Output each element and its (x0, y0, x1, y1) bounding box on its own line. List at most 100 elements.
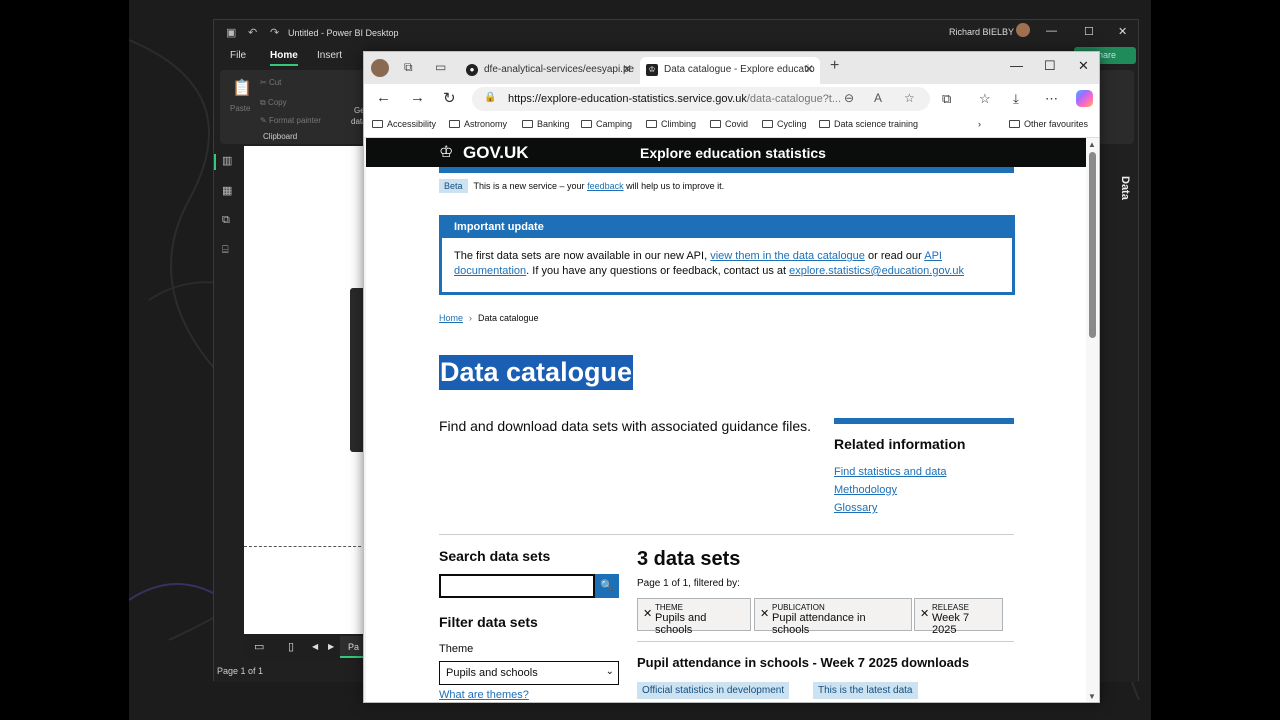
format-painter-label: Format painter (268, 116, 321, 125)
save-icon[interactable]: ▣ (226, 26, 236, 39)
fav-other[interactable]: Other favourites (1009, 119, 1088, 129)
filter-chip-publication[interactable]: ✕ PUBLICATION Pupil attendance in school… (754, 598, 912, 636)
filter-chip-theme[interactable]: ✕ THEME Pupils and schools (637, 598, 751, 636)
fav-cycling[interactable]: Cycling (762, 119, 807, 129)
fav-accessibility[interactable]: Accessibility (372, 119, 436, 129)
prev-page-icon[interactable]: ◀ (312, 642, 318, 651)
lock-icon[interactable]: 🔒 (484, 92, 496, 103)
what-are-themes-link[interactable]: What are themes? (439, 689, 529, 701)
menu-home[interactable]: Home (270, 50, 298, 66)
related-link-glossary[interactable]: Glossary (834, 502, 1014, 514)
data-pane-title[interactable]: Data (1119, 176, 1131, 200)
scrollbar-thumb[interactable] (1089, 152, 1096, 338)
powerbi-title: Untitled - Power BI Desktop (288, 28, 399, 38)
browser-minimize-icon[interactable]: — (1010, 58, 1023, 73)
breadcrumb-home[interactable]: Home (439, 313, 463, 323)
search-button[interactable]: 🔍 (595, 574, 619, 598)
favourites-bar: Accessibility Astronomy Banking Camping … (364, 114, 1099, 138)
paste-label[interactable]: Paste (230, 104, 250, 113)
results-count: 3 data sets (637, 548, 741, 570)
fav-climbing[interactable]: Climbing (646, 119, 696, 129)
close-tab-icon[interactable]: ✕ (622, 62, 632, 76)
page-scrollbar[interactable]: ▲ ▼ (1086, 138, 1099, 702)
menu-insert[interactable]: Insert (317, 50, 342, 61)
workspaces-icon[interactable]: ⧉ (404, 60, 413, 75)
chip-value: Week 7 2025 (932, 612, 970, 636)
theme-selected-value: Pupils and schools (446, 667, 538, 679)
status-badge: Official statistics in development (637, 682, 790, 699)
table-view-icon[interactable]: ▦ (222, 184, 236, 198)
beta-banner: Beta This is a new service – your feedbac… (439, 179, 724, 193)
avatar[interactable] (1016, 23, 1030, 37)
close-icon[interactable]: ✕ (1118, 25, 1127, 38)
user-name: Richard BIELBY (949, 27, 1015, 37)
profile-avatar[interactable] (371, 59, 389, 77)
redo-icon[interactable]: ↷ (270, 26, 279, 39)
more-icon[interactable]: ⋯ (1045, 91, 1058, 107)
data-catalogue-link[interactable]: view them in the data catalogue (710, 250, 865, 262)
fav-astronomy[interactable]: Astronomy (449, 119, 507, 129)
cut-button[interactable]: ✂ Cut (260, 78, 281, 87)
back-icon[interactable]: ← (376, 89, 391, 106)
extensions-icon[interactable]: ⧉ (942, 91, 951, 107)
fav-data-science[interactable]: Data science training (819, 119, 918, 129)
dax-query-icon[interactable]: ⌸ (222, 244, 236, 258)
pagination-info: Page 1 of 1, filtered by: (637, 578, 740, 589)
zoom-icon[interactable]: ⊖ (844, 91, 854, 105)
next-page-icon[interactable]: ▶ (328, 642, 334, 651)
service-name[interactable]: Explore education statistics (640, 145, 826, 161)
chip-value: Pupils and schools (655, 612, 707, 636)
fav-banking[interactable]: Banking (522, 119, 570, 129)
clipboard-group-label: Clipboard (263, 132, 298, 141)
paste-icon[interactable]: 📋 (232, 78, 252, 98)
favourite-star-icon[interactable]: ☆ (904, 91, 915, 105)
new-tab-icon[interactable]: + (830, 57, 839, 75)
gov-crown-icon: ♔ (646, 64, 658, 76)
related-link-find-statistics[interactable]: Find statistics and data (834, 466, 1014, 478)
tab-data-catalogue[interactable]: ♔ Data catalogue - Explore educatio ✕ (640, 57, 820, 84)
forward-icon[interactable]: → (410, 89, 425, 106)
report-view-icon[interactable]: ▥ (222, 154, 236, 168)
fav-overflow-icon[interactable]: › (978, 119, 981, 129)
close-tab-icon[interactable]: ✕ (804, 62, 814, 76)
format-painter-button[interactable]: ✎ Format painter (260, 116, 321, 125)
menu-file[interactable]: File (230, 50, 246, 61)
url-text[interactable]: https://explore-education-statistics.ser… (508, 93, 841, 105)
gov-logo[interactable]: GOV.UK (463, 143, 529, 163)
read-aloud-icon[interactable]: A (874, 91, 882, 105)
maximize-icon[interactable]: ☐ (1084, 25, 1094, 38)
fav-covid[interactable]: Covid (710, 119, 748, 129)
favourites-icon[interactable]: ☆ (979, 91, 991, 107)
undo-icon[interactable]: ↶ (248, 26, 257, 39)
address-bar[interactable]: 🔒 https://explore-education-statistics.s… (472, 87, 930, 111)
beta-text-post: will help us to improve it. (623, 181, 725, 191)
related-link-methodology[interactable]: Methodology (834, 484, 1014, 496)
gov-crown-icon[interactable]: ♔ (439, 142, 453, 162)
contact-email-link[interactable]: explore.statistics@education.gov.uk (789, 265, 964, 277)
scroll-down-icon[interactable]: ▼ (1088, 692, 1096, 701)
minimize-icon[interactable]: — (1046, 25, 1057, 37)
downloads-icon[interactable]: ⤓ (1013, 91, 1019, 107)
mobile-layout-icon[interactable]: ▯ (288, 640, 294, 653)
tab-github[interactable]: ● dfe-analytical-services/eesyapi.pe ✕ (460, 57, 638, 84)
browser-close-icon[interactable]: ✕ (1078, 58, 1089, 74)
browser-maximize-icon[interactable]: ☐ (1044, 58, 1056, 74)
remove-filter-icon: ✕ (643, 608, 653, 620)
refresh-icon[interactable]: ↻ (443, 89, 456, 107)
theme-select[interactable]: Pupils and schools ⌄ (439, 661, 619, 685)
copy-button[interactable]: ⧉ Copy (260, 98, 287, 108)
web-page: ♔ GOV.UK Explore education statistics Be… (366, 138, 1086, 702)
report-canvas[interactable] (244, 146, 366, 634)
fav-camping[interactable]: Camping (581, 119, 632, 129)
header-rule (439, 167, 1014, 173)
filter-chip-release[interactable]: ✕ RELEASE Week 7 2025 (914, 598, 1003, 636)
tab-actions-icon[interactable]: ▭ (435, 60, 446, 74)
tab-strip: ⧉ ▭ ● dfe-analytical-services/eesyapi.pe… (364, 52, 1099, 84)
powerbi-titlebar: ▣ ↶ ↷ Untitled - Power BI Desktop Richar… (214, 20, 1138, 46)
model-view-icon[interactable]: ⧉ (222, 214, 236, 228)
scroll-up-icon[interactable]: ▲ (1088, 140, 1096, 149)
desktop-layout-icon[interactable]: ▭ (254, 640, 264, 653)
copilot-icon[interactable] (1076, 90, 1093, 107)
feedback-link[interactable]: feedback (587, 181, 624, 191)
search-input[interactable] (439, 574, 595, 598)
